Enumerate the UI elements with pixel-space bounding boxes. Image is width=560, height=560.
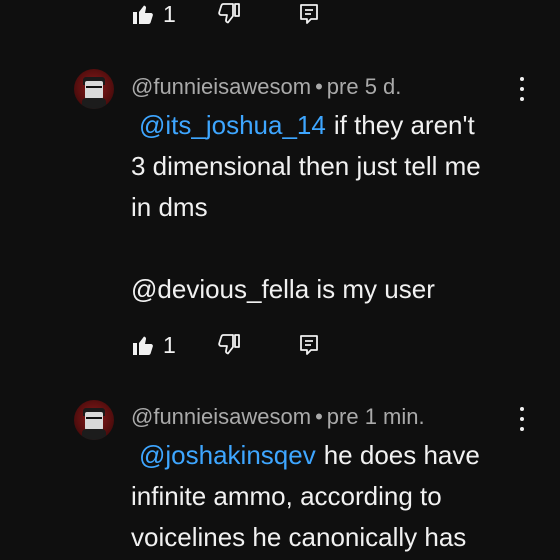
comment-line: @devious_fella is my user [131,274,435,304]
thumbs-up-icon[interactable] [131,333,155,357]
mention-link[interactable]: @joshakinsqev [139,440,316,470]
meta-separator: • [315,74,323,99]
avatar-body [82,98,106,109]
comment-line: @joshakinsqev he does have [131,435,541,476]
avatar[interactable] [74,400,114,440]
thumbs-up-icon[interactable] [131,2,155,26]
comment-time[interactable]: pre 5 d. [327,74,402,99]
more-vert-icon[interactable] [516,407,528,431]
comment-time[interactable]: pre 1 min. [327,404,425,429]
avatar-glasses [86,417,102,423]
like-count: 1 [163,331,176,358]
comment-text: @its_joshua_14 if they aren't 3 dimension… [131,105,541,310]
comment-line-text: he does have [323,440,480,470]
comment-line: voicelines he canonically has [131,522,467,552]
thumbs-down-icon[interactable] [217,333,241,357]
comment-line: @its_joshua_14 if they aren't [131,105,541,146]
comment-text: @joshakinsqev he does have infinite ammo,… [131,435,541,558]
comment-actions: 1 [131,328,321,362]
comments-thread: 1 @funnieisawesom • pre 5 d. @its_joshua… [0,0,560,560]
mention-link[interactable]: @its_joshua_14 [139,110,326,140]
comment-actions: 1 [131,0,321,31]
author-name[interactable]: @funnieisawesom [131,404,311,429]
reply-icon[interactable] [297,2,321,26]
more-vert-icon[interactable] [516,77,528,101]
avatar-glasses [86,86,102,92]
avatar-body [82,429,106,440]
comment-meta: @funnieisawesom • pre 1 min. [131,406,425,428]
avatar[interactable] [74,69,114,109]
comment-line-blank [131,228,541,269]
author-name[interactable]: @funnieisawesom [131,74,311,99]
comment-line-text: if they aren't [333,110,475,140]
comment-meta: @funnieisawesom • pre 5 d. [131,76,401,98]
comment-line: in dms [131,192,208,222]
like-count: 1 [163,0,176,27]
reply-icon[interactable] [297,333,321,357]
thumbs-down-icon[interactable] [217,2,241,26]
comment-line: infinite ammo, according to [131,481,442,511]
comment-line: 3 dimensional then just tell me [131,151,481,181]
meta-separator: • [315,404,323,429]
